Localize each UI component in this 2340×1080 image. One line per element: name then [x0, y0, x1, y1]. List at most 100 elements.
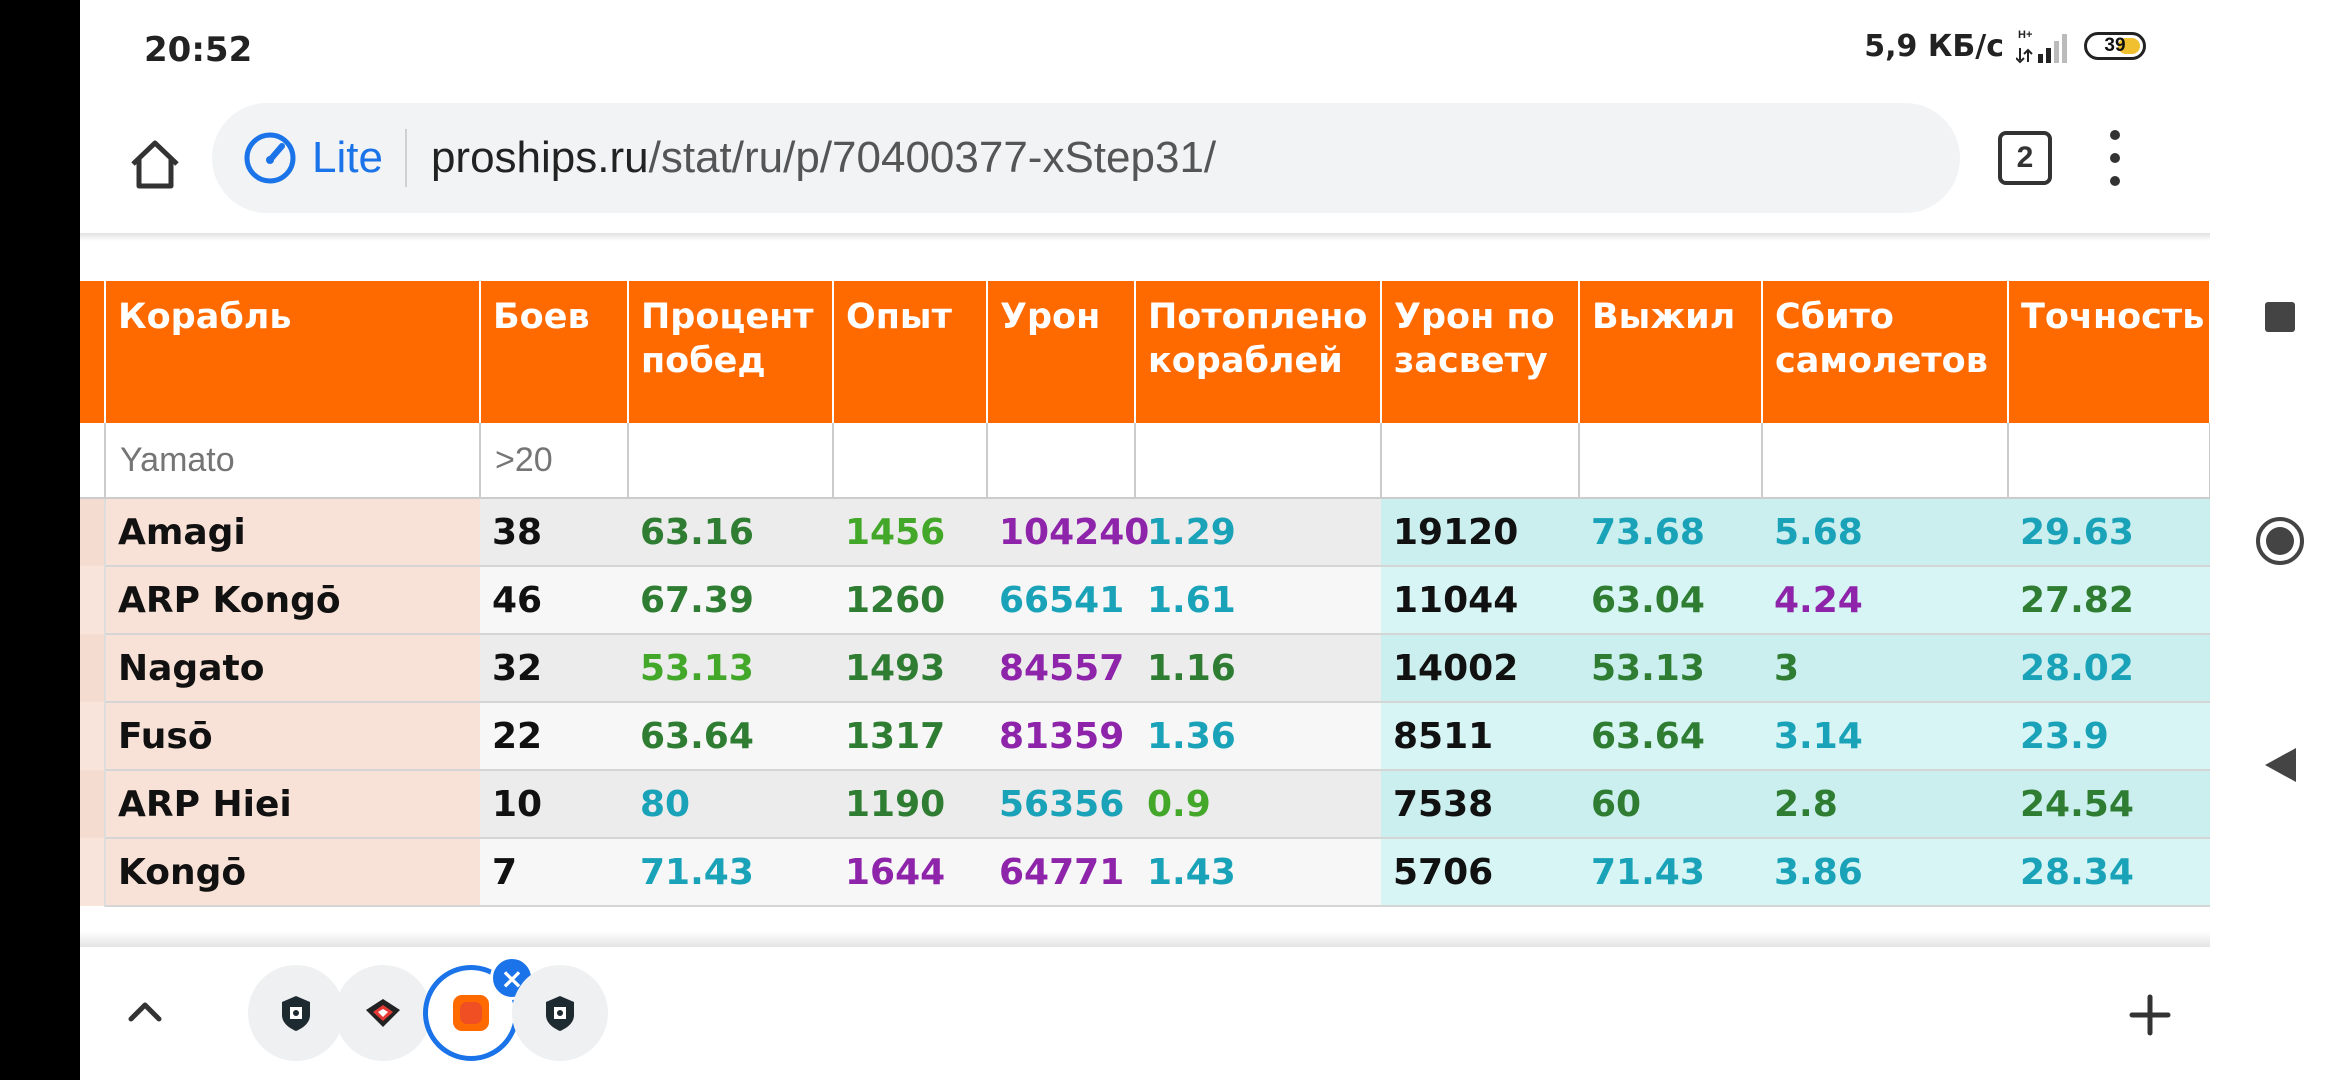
plus-icon	[2129, 994, 2171, 1036]
filter-cell[interactable]	[987, 423, 1136, 499]
cell-damage: 81359	[987, 702, 1135, 771]
phone-screen: 20:52 5,9 КБ/с H+ 39 Lite proships.ru/st…	[80, 0, 2210, 1080]
column-header-spotting-damage[interactable]: Урон по засвету	[1381, 281, 1580, 423]
cell-battles: 22	[480, 702, 628, 771]
cell-experience: 1493	[833, 634, 987, 703]
row-gutter	[80, 498, 106, 566]
filter-row	[80, 423, 2210, 499]
table-row[interactable]: ARP Kongō 46 67.39 1260 66541 1.61 11044 63.04 4…	[80, 566, 2210, 635]
web-page: Корабль Боев Процент побед Опыт Урон Пот…	[80, 241, 2210, 947]
battery-level: 39	[2104, 35, 2126, 56]
column-header-win-rate[interactable]: Процент побед	[628, 281, 834, 423]
cell-ship[interactable]: Amagi	[105, 498, 480, 567]
filter-cell[interactable]	[1135, 423, 1382, 499]
ship-stats-table: Корабль Боев Процент побед Опыт Урон Пот…	[80, 281, 2210, 907]
cell-damage: 66541	[987, 566, 1135, 635]
cell-ship[interactable]: ARP Kongō	[105, 566, 480, 635]
home-button[interactable]	[110, 119, 200, 209]
cell-ship[interactable]: ARP Hiei	[105, 770, 480, 839]
lite-mode-badge[interactable]: Lite	[212, 129, 407, 187]
cell-damage: 84557	[987, 634, 1135, 703]
new-tab-button[interactable]	[2110, 975, 2190, 1055]
recents-button[interactable]	[2255, 292, 2305, 342]
system-nav-bar	[2210, 0, 2340, 1080]
proships-icon	[453, 995, 489, 1031]
filter-cell[interactable]	[1381, 423, 1580, 499]
tab-thumbnail-active[interactable]: ×	[423, 956, 534, 1061]
cell-win-rate: 63.16	[628, 498, 833, 567]
cell-survived: 73.68	[1579, 498, 1762, 567]
column-header-ship[interactable]: Корабль	[105, 281, 481, 423]
browser-toolbar: Lite proships.ru/stat/ru/p/70400377-xSte…	[80, 95, 2210, 233]
filter-cell[interactable]	[833, 423, 988, 499]
tab-strip: ×	[80, 947, 2210, 1080]
recents-square-icon	[2265, 302, 2295, 332]
url-domain: proships.ru	[430, 133, 649, 182]
cell-ships-sunk: 1.16	[1135, 634, 1381, 703]
cell-accuracy: 23.9	[2008, 702, 2210, 771]
url-path: /stat/ru/p/70400377-xStep31/	[648, 133, 1217, 182]
battles-filter-cell	[480, 423, 629, 499]
row-gutter	[80, 702, 106, 770]
cell-ship[interactable]: Kongō	[105, 838, 480, 907]
column-header-ships-sunk[interactable]: Потоплено кораблей	[1135, 281, 1382, 423]
cell-accuracy: 27.82	[2008, 566, 2210, 635]
cell-experience: 1317	[833, 702, 987, 771]
home-nav-button[interactable]	[2255, 516, 2305, 566]
address-bar[interactable]: Lite proships.ru/stat/ru/p/70400377-xSte…	[212, 103, 1960, 213]
status-indicators: 5,9 КБ/с H+ 39	[1864, 28, 2146, 64]
column-header-damage[interactable]: Урон	[987, 281, 1136, 423]
filter-cell[interactable]	[2008, 423, 2210, 499]
column-header-planes-shot[interactable]: Сбито самолетов	[1762, 281, 2009, 423]
table-row[interactable]: Amagi 38 63.16 1456 104240 1.29 19120 73.68 5.68…	[80, 498, 2210, 567]
wows-logo-icon	[546, 996, 574, 1031]
ship-filter-input[interactable]	[106, 423, 479, 497]
menu-dot-icon	[2110, 129, 2120, 140]
tab-switcher-button[interactable]: 2	[1998, 131, 2052, 185]
cell-ship[interactable]: Nagato	[105, 634, 480, 703]
table-row[interactable]: Fusō 22 63.64 1317 81359 1.36 8511 63.64 3.14 23.…	[80, 702, 2210, 771]
cell-planes-shot: 3.14	[1762, 702, 2008, 771]
cell-win-rate: 80	[628, 770, 833, 839]
status-time: 20:52	[144, 30, 253, 70]
header-gutter	[80, 281, 106, 423]
cell-survived: 63.04	[1579, 566, 1762, 635]
cell-battles: 46	[480, 566, 628, 635]
cell-survived: 71.43	[1579, 838, 1762, 907]
menu-dot-icon	[2110, 176, 2120, 187]
filter-cell[interactable]	[1579, 423, 1763, 499]
tab-thumbnail[interactable]	[248, 965, 344, 1061]
wows-emblem-icon	[366, 999, 400, 1027]
expand-tabs-button[interactable]	[110, 977, 180, 1047]
cell-win-rate: 63.64	[628, 702, 833, 771]
battles-filter-input[interactable]	[481, 423, 627, 497]
cell-planes-shot: 3.86	[1762, 838, 2008, 907]
toolbar-shadow	[80, 233, 2210, 241]
filter-cell[interactable]	[628, 423, 834, 499]
column-header-experience[interactable]: Опыт	[833, 281, 988, 423]
table-row[interactable]: ARP Hiei 10 80 1190 56356 0.9 7538 60 2.8 24.54	[80, 770, 2210, 839]
table-row[interactable]: Kongō 7 71.43 1644 64771 1.43 5706 71.43 3.86 28.…	[80, 838, 2210, 907]
cell-experience: 1260	[833, 566, 987, 635]
cell-win-rate: 71.43	[628, 838, 833, 907]
cell-accuracy: 29.63	[2008, 498, 2210, 567]
back-triangle-icon	[2265, 748, 2296, 782]
cell-survived: 60	[1579, 770, 1762, 839]
url-text[interactable]: proships.ru/stat/ru/p/70400377-xStep31/	[407, 133, 1216, 183]
tab-thumbnail[interactable]	[512, 965, 608, 1061]
row-gutter	[80, 838, 106, 906]
tab-thumbnail[interactable]	[335, 965, 431, 1061]
filter-gutter	[80, 423, 106, 499]
table-row[interactable]: Nagato 32 53.13 1493 84557 1.16 14002 53.13 3 28.…	[80, 634, 2210, 703]
cell-ships-sunk: 1.29	[1135, 498, 1381, 567]
cell-spotting-damage: 5706	[1381, 838, 1579, 907]
column-header-accuracy[interactable]: Точность	[2008, 281, 2210, 423]
column-header-survived[interactable]: Выжил	[1579, 281, 1763, 423]
cell-planes-shot: 4.24	[1762, 566, 2008, 635]
cell-ship[interactable]: Fusō	[105, 702, 480, 771]
back-button[interactable]	[2255, 740, 2305, 790]
column-header-battles[interactable]: Боев	[480, 281, 629, 423]
cell-accuracy: 24.54	[2008, 770, 2210, 839]
more-menu-button[interactable]	[2090, 123, 2140, 193]
filter-cell[interactable]	[1762, 423, 2009, 499]
